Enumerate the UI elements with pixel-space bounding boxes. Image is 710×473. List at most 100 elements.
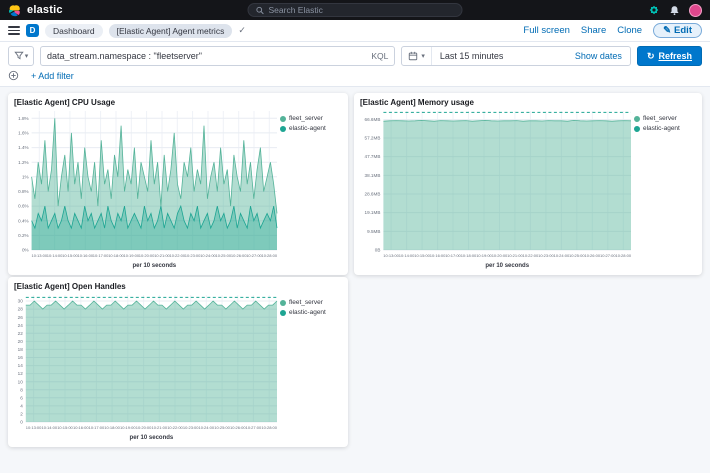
svg-text:6: 6 (20, 395, 23, 400)
breadcrumb-dashboard[interactable]: Dashboard (45, 24, 103, 38)
chart-legend: fleet_server elastic-agent (634, 107, 696, 270)
svg-text:10:23:00: 10:23:00 (538, 253, 554, 258)
global-header: elastic (0, 0, 710, 20)
refresh-button[interactable]: ↻ Refresh (637, 46, 702, 66)
cpu-usage-chart[interactable]: 1.8%1.6%1.4%1.2%1%0.8%0.6%0.4%0.2%0%10:1… (14, 107, 280, 270)
chevron-down-icon: ▾ (421, 53, 425, 60)
open-handles-chart[interactable]: 30282624222018161412108642010:13:0010:14… (14, 291, 280, 442)
svg-text:10:28:00: 10:28:00 (616, 253, 632, 258)
time-range-value[interactable]: Last 15 minutes (432, 51, 512, 61)
svg-text:2: 2 (20, 412, 23, 417)
svg-text:10:24:00: 10:24:00 (200, 253, 216, 258)
svg-text:10:24:00: 10:24:00 (199, 425, 215, 430)
svg-text:10:13:00: 10:13:00 (26, 425, 42, 430)
svg-text:10:23:00: 10:23:00 (185, 253, 201, 258)
svg-text:10:26:00: 10:26:00 (231, 253, 247, 258)
svg-text:9.5MB: 9.5MB (367, 229, 380, 234)
svg-text:1.6%: 1.6% (18, 131, 28, 136)
panel-title: [Elastic Agent] Open Handles (14, 282, 342, 291)
svg-text:per 10 seconds: per 10 seconds (130, 435, 174, 441)
svg-text:30: 30 (18, 299, 24, 304)
svg-text:10:20:00: 10:20:00 (136, 425, 152, 430)
svg-text:28.6MB: 28.6MB (365, 192, 381, 197)
svg-text:1.2%: 1.2% (18, 160, 28, 165)
quick-select-button[interactable]: ▾ (402, 47, 432, 65)
svg-text:10:16:00: 10:16:00 (430, 253, 446, 258)
svg-text:10:17:00: 10:17:00 (445, 253, 461, 258)
legend-item[interactable]: elastic-agent (280, 309, 342, 316)
svg-text:10:22:00: 10:22:00 (167, 425, 183, 430)
svg-text:10:27:00: 10:27:00 (246, 253, 262, 258)
svg-text:18: 18 (18, 347, 24, 352)
svg-text:10:21:00: 10:21:00 (507, 253, 523, 258)
svg-text:10:17:00: 10:17:00 (89, 425, 105, 430)
svg-text:10:20:00: 10:20:00 (139, 253, 155, 258)
clone-link[interactable]: Clone (617, 25, 642, 36)
svg-text:47.7MB: 47.7MB (365, 154, 381, 159)
svg-text:10:14:00: 10:14:00 (399, 253, 415, 258)
svg-text:10:22:00: 10:22:00 (523, 253, 539, 258)
svg-text:0B: 0B (375, 248, 381, 253)
elastic-logo (8, 4, 21, 17)
svg-text:10:21:00: 10:21:00 (152, 425, 168, 430)
breadcrumb-current-page: [Elastic Agent] Agent metrics (109, 24, 233, 38)
user-avatar[interactable] (689, 4, 702, 17)
svg-text:12: 12 (18, 371, 24, 376)
dashboard-canvas: [Elastic Agent] CPU Usage 1.8%1.6%1.4%1.… (0, 87, 710, 473)
add-filter-link[interactable]: + Add filter (31, 71, 74, 81)
legend-item[interactable]: fleet_server (280, 299, 342, 306)
full-screen-link[interactable]: Full screen (523, 25, 569, 36)
svg-text:10:22:00: 10:22:00 (170, 253, 186, 258)
add-filter-icon[interactable] (8, 70, 19, 81)
legend-dot-icon (280, 116, 286, 122)
kql-query-input[interactable]: data_stream.namespace : "fleetserver" KQ… (40, 46, 395, 66)
show-dates-button[interactable]: Show dates (567, 51, 630, 61)
svg-text:10:19:00: 10:19:00 (476, 253, 492, 258)
svg-text:10:18:00: 10:18:00 (108, 253, 124, 258)
svg-text:10:27:00: 10:27:00 (246, 425, 262, 430)
svg-text:10:16:00: 10:16:00 (73, 425, 89, 430)
svg-text:10:24:00: 10:24:00 (554, 253, 570, 258)
menu-hamburger-icon[interactable] (8, 26, 20, 35)
svg-text:10:21:00: 10:21:00 (154, 253, 170, 258)
memory-usage-chart[interactable]: 66.6MB57.2MB47.7MB38.1MB28.6MB19.1MB9.5M… (360, 107, 634, 270)
panel-open-handles[interactable]: [Elastic Agent] Open Handles 30282624222… (8, 277, 348, 447)
query-language-button[interactable]: KQL (371, 51, 388, 61)
space-avatar[interactable]: D (26, 24, 39, 37)
svg-text:26: 26 (18, 315, 24, 320)
legend-item[interactable]: elastic-agent (280, 125, 342, 132)
svg-text:10:25:00: 10:25:00 (216, 253, 232, 258)
alerts-bell-icon[interactable] (669, 5, 680, 16)
legend-item[interactable]: fleet_server (280, 115, 342, 122)
svg-text:10:26:00: 10:26:00 (585, 253, 601, 258)
search-input[interactable] (269, 5, 455, 15)
svg-text:10:26:00: 10:26:00 (230, 425, 246, 430)
svg-text:10:19:00: 10:19:00 (120, 425, 136, 430)
svg-text:1%: 1% (22, 174, 29, 179)
filter-funnel-icon (14, 51, 24, 61)
global-search[interactable] (248, 3, 463, 17)
saved-query-menu-button[interactable]: ▾ (8, 46, 34, 66)
svg-text:10:18:00: 10:18:00 (461, 253, 477, 258)
svg-text:10:28:00: 10:28:00 (262, 253, 278, 258)
legend-dot-icon (280, 300, 286, 306)
svg-text:0.6%: 0.6% (18, 204, 28, 209)
svg-text:0: 0 (20, 420, 23, 425)
panel-title: [Elastic Agent] Memory usage (360, 98, 696, 107)
legend-item[interactable]: fleet_server (634, 115, 696, 122)
legend-item[interactable]: elastic-agent (634, 125, 696, 132)
edit-button[interactable]: ✎ Edit (653, 23, 702, 38)
svg-text:per 10 seconds: per 10 seconds (485, 263, 529, 269)
legend-label: elastic-agent (289, 309, 326, 316)
brand-name: elastic (27, 4, 63, 16)
deployment-settings-icon[interactable] (648, 4, 660, 16)
svg-text:22: 22 (18, 331, 24, 336)
svg-text:10:17:00: 10:17:00 (93, 253, 109, 258)
panel-cpu-usage[interactable]: [Elastic Agent] CPU Usage 1.8%1.6%1.4%1.… (8, 93, 348, 275)
svg-text:14: 14 (18, 363, 24, 368)
panel-memory-usage[interactable]: [Elastic Agent] Memory usage 66.6MB57.2M… (354, 93, 702, 275)
svg-text:28: 28 (18, 307, 24, 312)
svg-text:0%: 0% (22, 248, 29, 253)
share-link[interactable]: Share (581, 25, 606, 36)
legend-dot-icon (634, 116, 640, 122)
